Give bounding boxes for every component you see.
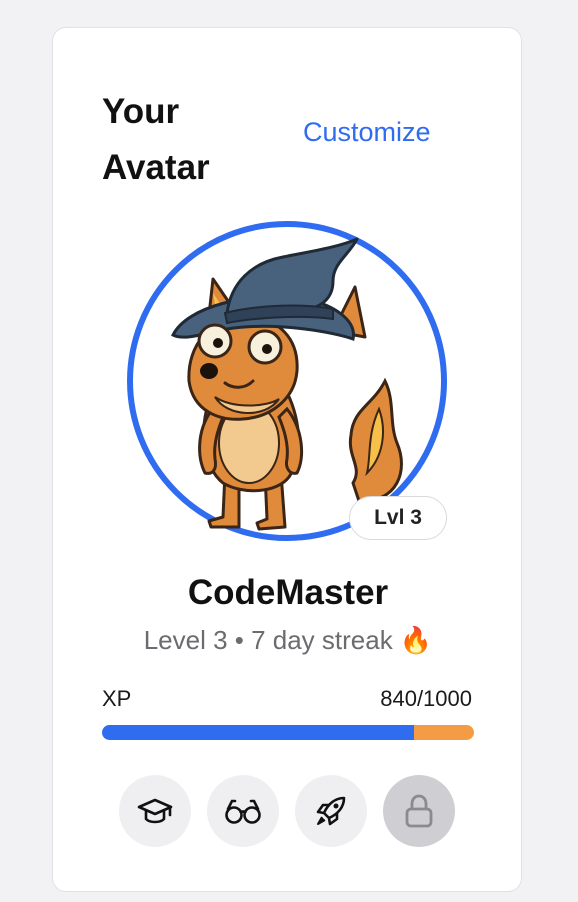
avatar-card: Your Avatar Customize Lvl 3 CodeMaster L… [52,27,522,892]
badge-glasses[interactable] [207,775,279,847]
badge-locked[interactable] [383,775,455,847]
level-streak-text: Level 3 • 7 day streak 🔥 [143,625,433,655]
customize-link[interactable]: Customize [303,116,431,148]
card-title: Your Avatar [102,92,210,187]
badge-rocket[interactable] [295,775,367,847]
badge-row [119,775,459,847]
fox-avatar-image [170,237,403,531]
xp-label: XP [102,686,132,711]
xp-progress-remaining [414,725,474,740]
xp-value: 840/1000 [380,686,472,711]
xp-progress-bar [102,725,474,740]
graduation-cap-icon [137,798,173,824]
avatar[interactable] [127,221,447,541]
rocket-icon [316,796,346,826]
glasses-icon [225,799,261,824]
badge-graduation[interactable] [119,775,191,847]
lock-icon [405,794,433,828]
level-badge: Lvl 3 [349,496,447,540]
username: CodeMaster [187,573,389,612]
xp-progress-fill [102,725,414,740]
